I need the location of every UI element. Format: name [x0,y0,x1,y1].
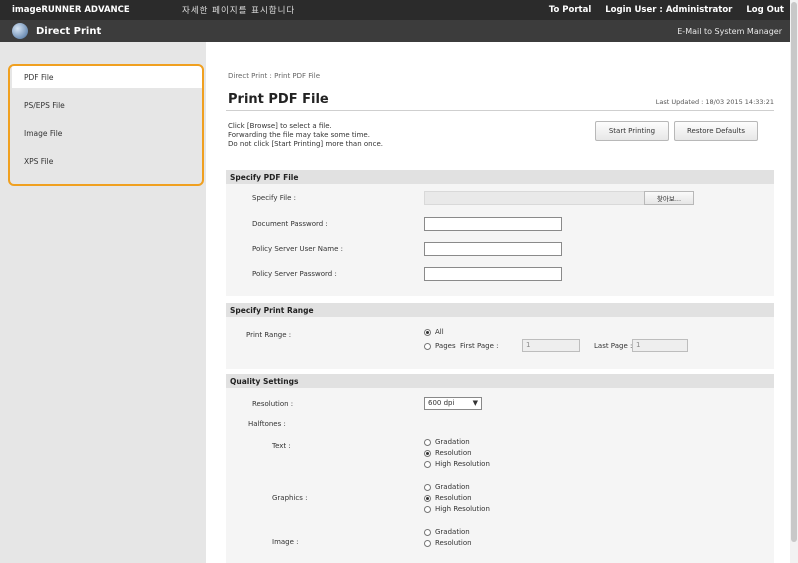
resolution-select[interactable]: 600 dpi ▼ [424,397,482,410]
last-page-input[interactable]: 1 [632,339,688,352]
print-range-label: Print Range : [246,331,292,339]
instructions: Click [Browse] to select a file. Forward… [228,122,383,149]
resolution-value: 600 dpi [428,399,455,407]
graphics-resolution-label: Resolution [435,494,472,502]
to-portal-link[interactable]: To Portal [549,5,591,15]
document-password-field[interactable] [424,217,562,231]
product-name: imageRUNNER ADVANCE [12,5,130,15]
print-range-all-radio[interactable] [424,329,431,336]
page-title: Print PDF File [228,92,329,107]
graphics-gradation-radio[interactable] [424,484,431,491]
header-links: To Portal Login User : Administrator Log… [535,5,790,15]
text-label: Text : [272,442,291,450]
page-scrollbar[interactable] [790,0,798,563]
sidebar-highlight-frame [8,64,204,186]
start-printing-button[interactable]: Start Printing [595,121,669,141]
text-high-resolution-label: High Resolution [435,460,490,468]
instruction-line: Forwarding the file may take some time. [228,131,370,139]
email-system-manager-link[interactable]: E-Mail to System Manager [677,27,790,36]
text-gradation-radio[interactable] [424,439,431,446]
image-gradation-label: Gradation [435,528,470,536]
graphics-label: Graphics : [272,494,308,502]
log-out-link[interactable]: Log Out [746,5,784,15]
browse-button[interactable]: 찾아보... [644,191,694,205]
login-user-label: Login User : [605,5,663,15]
direct-print-logo-icon [12,23,28,39]
specify-pdf-file-heading: Specify PDF File [226,170,774,184]
policy-server-password-field[interactable] [424,267,562,281]
app-title-bar: Direct Print E-Mail to System Manager [0,20,790,42]
graphics-high-resolution-label: High Resolution [435,505,490,513]
quality-settings-heading: Quality Settings [226,374,774,388]
top-header-bar: imageRUNNER ADVANCE 자세한 페이지를 표시합니다 To Po… [0,0,790,20]
text-resolution-radio[interactable] [424,450,431,457]
text-resolution-label: Resolution [435,449,472,457]
pages-option-label: Pages [435,342,456,350]
policy-server-user-field[interactable] [424,242,562,256]
first-page-input[interactable]: 1 [522,339,580,352]
image-gradation-radio[interactable] [424,529,431,536]
graphics-high-resolution-radio[interactable] [424,506,431,513]
policy-server-password-label: Policy Server Password : [252,270,337,278]
breadcrumb: Direct Print : Print PDF File [228,72,320,80]
text-high-resolution-radio[interactable] [424,461,431,468]
text-gradation-label: Gradation [435,438,470,446]
last-updated: Last Updated : 18/03 2015 14:33:21 [655,98,774,106]
all-option-label: All [435,328,444,336]
specify-print-range-heading: Specify Print Range [226,303,774,317]
image-resolution-label: Resolution [435,539,472,547]
resolution-label: Resolution : [252,400,294,408]
halftones-label: Halftones : [248,420,286,428]
quality-settings-section: Resolution : 600 dpi ▼ Halftones : Text … [226,388,774,563]
image-resolution-radio[interactable] [424,540,431,547]
image-label: Image : [272,538,299,546]
last-page-label: Last Page : [594,342,633,350]
specify-pdf-file-section: Specify File : 찾아보... Document Password … [226,184,774,296]
scrollbar-thumb[interactable] [791,2,797,542]
policy-server-user-label: Policy Server User Name : [252,245,343,253]
login-user-name: Administrator [665,5,733,15]
instruction-line: Do not click [Start Printing] more than … [228,140,383,148]
print-range-section: Print Range : All Pages First Page : 1 L… [226,317,774,369]
specify-file-label: Specify File : [252,194,296,202]
restore-defaults-button[interactable]: Restore Defaults [674,121,758,141]
app-title: Direct Print [36,25,102,37]
graphics-resolution-radio[interactable] [424,495,431,502]
chevron-down-icon: ▼ [472,399,478,407]
first-page-label: First Page : [460,342,499,350]
document-password-label: Document Password : [252,220,328,228]
specify-file-field[interactable] [424,191,664,205]
print-range-pages-radio[interactable] [424,343,431,350]
graphics-gradation-label: Gradation [435,483,470,491]
title-divider [226,110,774,111]
main-content: Direct Print : Print PDF File Print PDF … [218,42,780,563]
instruction-line: Click [Browse] to select a file. [228,122,332,130]
device-name: 자세한 페이지를 표시합니다 [182,6,296,16]
sidebar: PDF File PS/EPS File Image File XPS File [0,42,206,563]
